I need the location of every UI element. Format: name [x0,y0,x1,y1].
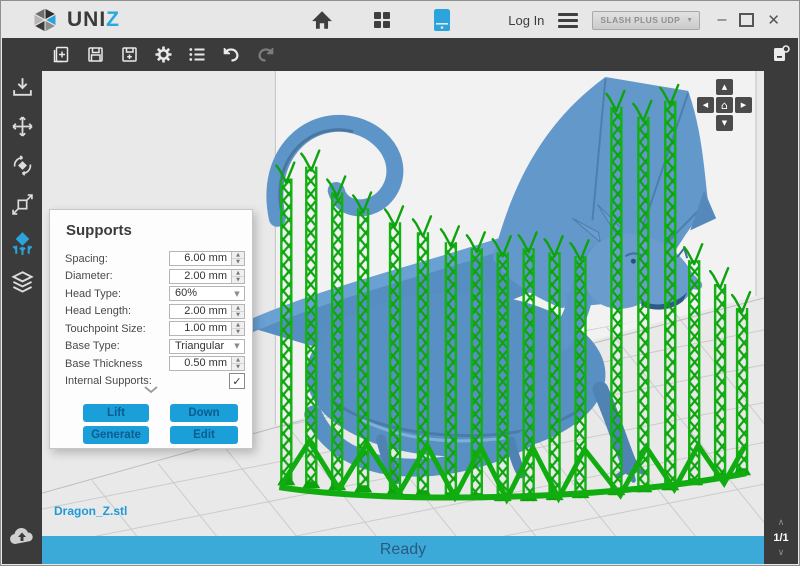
pager-down-icon[interactable]: ∨ [764,546,798,560]
spinner-up-icon: ▲ [232,322,244,329]
field-head-type: Head Type: 60% ▼ [65,285,245,303]
spinner-up-icon: ▲ [232,305,244,312]
apps-grid-icon[interactable] [370,8,394,32]
status-bar: Ready [42,536,764,564]
build-list-icon[interactable] [186,44,208,66]
supports-tool-icon[interactable] [7,230,37,256]
rotate-tool-icon[interactable] [7,152,37,178]
base-thickness-input[interactable]: 0.50 mm ▲▼ [169,356,245,371]
brand-wordmark: UNIZ [67,8,120,32]
pan-up-button[interactable]: ▲ [716,79,733,95]
chevron-down-icon: ▼ [686,12,693,29]
supports-panel-title: Supports [66,222,132,239]
scale-tool-icon[interactable] [7,191,37,217]
touchpoint-size-input[interactable]: 1.00 mm ▲▼ [169,321,245,336]
view-home-button[interactable]: ⌂ [716,97,733,113]
import-model-icon[interactable] [7,74,37,100]
generate-button[interactable]: Generate [83,426,149,444]
base-thickness-spinner[interactable]: ▲▼ [231,357,244,370]
titlebar-right: Log In SLASH PLUS UDP ▼ – ✕ [508,2,780,38]
field-spacing: Spacing: 6.00 mm ▲▼ [65,250,245,268]
model-file-label: Dragon_Z.stl [54,504,127,518]
head-length-spinner[interactable]: ▲▼ [231,305,244,318]
titlebar-nav [310,2,454,38]
spacing-spinner[interactable]: ▲▼ [231,252,244,265]
diameter-input[interactable]: 2.00 mm ▲▼ [169,269,245,284]
pager-label: 1/1 [764,530,798,546]
head-length-input[interactable]: 2.00 mm ▲▼ [169,304,245,319]
pan-right-button[interactable]: ▶ [735,97,752,113]
viewport-3d[interactable]: ▲ ◀ ⌂ ▶ ▼ Supports Spacing: 6.00 mm ▲▼ D… [42,71,764,536]
spinner-up-icon: ▲ [232,357,244,364]
spinner-up-icon: ▲ [232,252,244,259]
spinner-down-icon: ▼ [232,364,244,370]
field-touchpoint-size: Touchpoint Size: 1.00 mm ▲▼ [65,320,245,338]
edit-button[interactable]: Edit [170,426,238,444]
field-head-length: Head Length: 2.00 mm ▲▼ [65,303,245,321]
supports-panel: Supports Spacing: 6.00 mm ▲▼ Diameter: 2… [49,209,253,449]
save-icon[interactable] [84,44,106,66]
spinner-up-icon: ▲ [232,270,244,277]
maximize-button[interactable] [739,13,754,27]
redo-icon[interactable] [254,44,276,66]
menu-icon[interactable] [556,11,580,30]
cloud-upload-icon[interactable] [2,526,42,546]
field-diameter: Diameter: 2.00 mm ▲▼ [65,268,245,286]
add-file-icon[interactable] [50,44,72,66]
pan-down-button[interactable]: ▼ [716,115,733,131]
uniz-logo: UNIZ [30,6,120,34]
window-controls: – ✕ [718,11,780,29]
minimize-button[interactable]: – [718,15,727,25]
close-button[interactable]: ✕ [767,11,780,29]
settings-gear-icon[interactable] [152,44,174,66]
right-side-panel: ∧ 1/1 ∨ [764,38,798,564]
spacing-input[interactable]: 6.00 mm ▲▼ [169,251,245,266]
printer-model-dropdown[interactable]: SLASH PLUS UDP ▼ [592,11,699,30]
spinner-down-icon: ▼ [232,277,244,283]
left-tool-sidebar [2,38,42,564]
down-button[interactable]: Down [170,404,238,422]
field-base-type: Base Type: Triangular ▼ [65,338,245,356]
uniz-logo-icon [30,6,60,34]
plate-pager: ∧ 1/1 ∨ [764,516,798,560]
title-bar: UNIZ Log In [2,2,798,39]
move-tool-icon[interactable] [7,113,37,139]
status-text: Ready [380,541,426,559]
spinner-down-icon: ▼ [232,312,244,318]
slice-layers-icon[interactable] [7,269,37,295]
spinner-down-icon: ▼ [232,259,244,265]
spinner-down-icon: ▼ [232,329,244,335]
app-window: UNIZ Log In [0,0,800,566]
lift-button[interactable]: Lift [83,404,149,422]
printer-model-value: SLASH PLUS UDP [600,12,680,29]
head-type-dropdown[interactable]: 60% ▼ [169,286,245,301]
pager-up-icon[interactable]: ∧ [764,516,798,530]
chevron-down-icon: ▼ [230,287,244,300]
printer-tab-icon[interactable] [430,8,454,32]
log-in-button[interactable]: Log In [508,13,544,28]
save-as-icon[interactable] [118,44,140,66]
main-toolbar [2,38,798,71]
undo-icon[interactable] [220,44,242,66]
field-base-thickness: Base Thickness 0.50 mm ▲▼ [65,355,245,373]
base-type-dropdown[interactable]: Triangular ▼ [169,339,245,354]
touchpoint-spinner[interactable]: ▲▼ [231,322,244,335]
chevron-down-icon: ▼ [230,340,244,353]
home-icon[interactable] [310,8,334,32]
camera-nav-pad: ▲ ◀ ⌂ ▶ ▼ [697,79,752,131]
panel-collapse-chevron-icon[interactable] [50,386,252,393]
pan-left-button[interactable]: ◀ [697,97,714,113]
diameter-spinner[interactable]: ▲▼ [231,270,244,283]
device-status-icon[interactable] [770,43,792,70]
